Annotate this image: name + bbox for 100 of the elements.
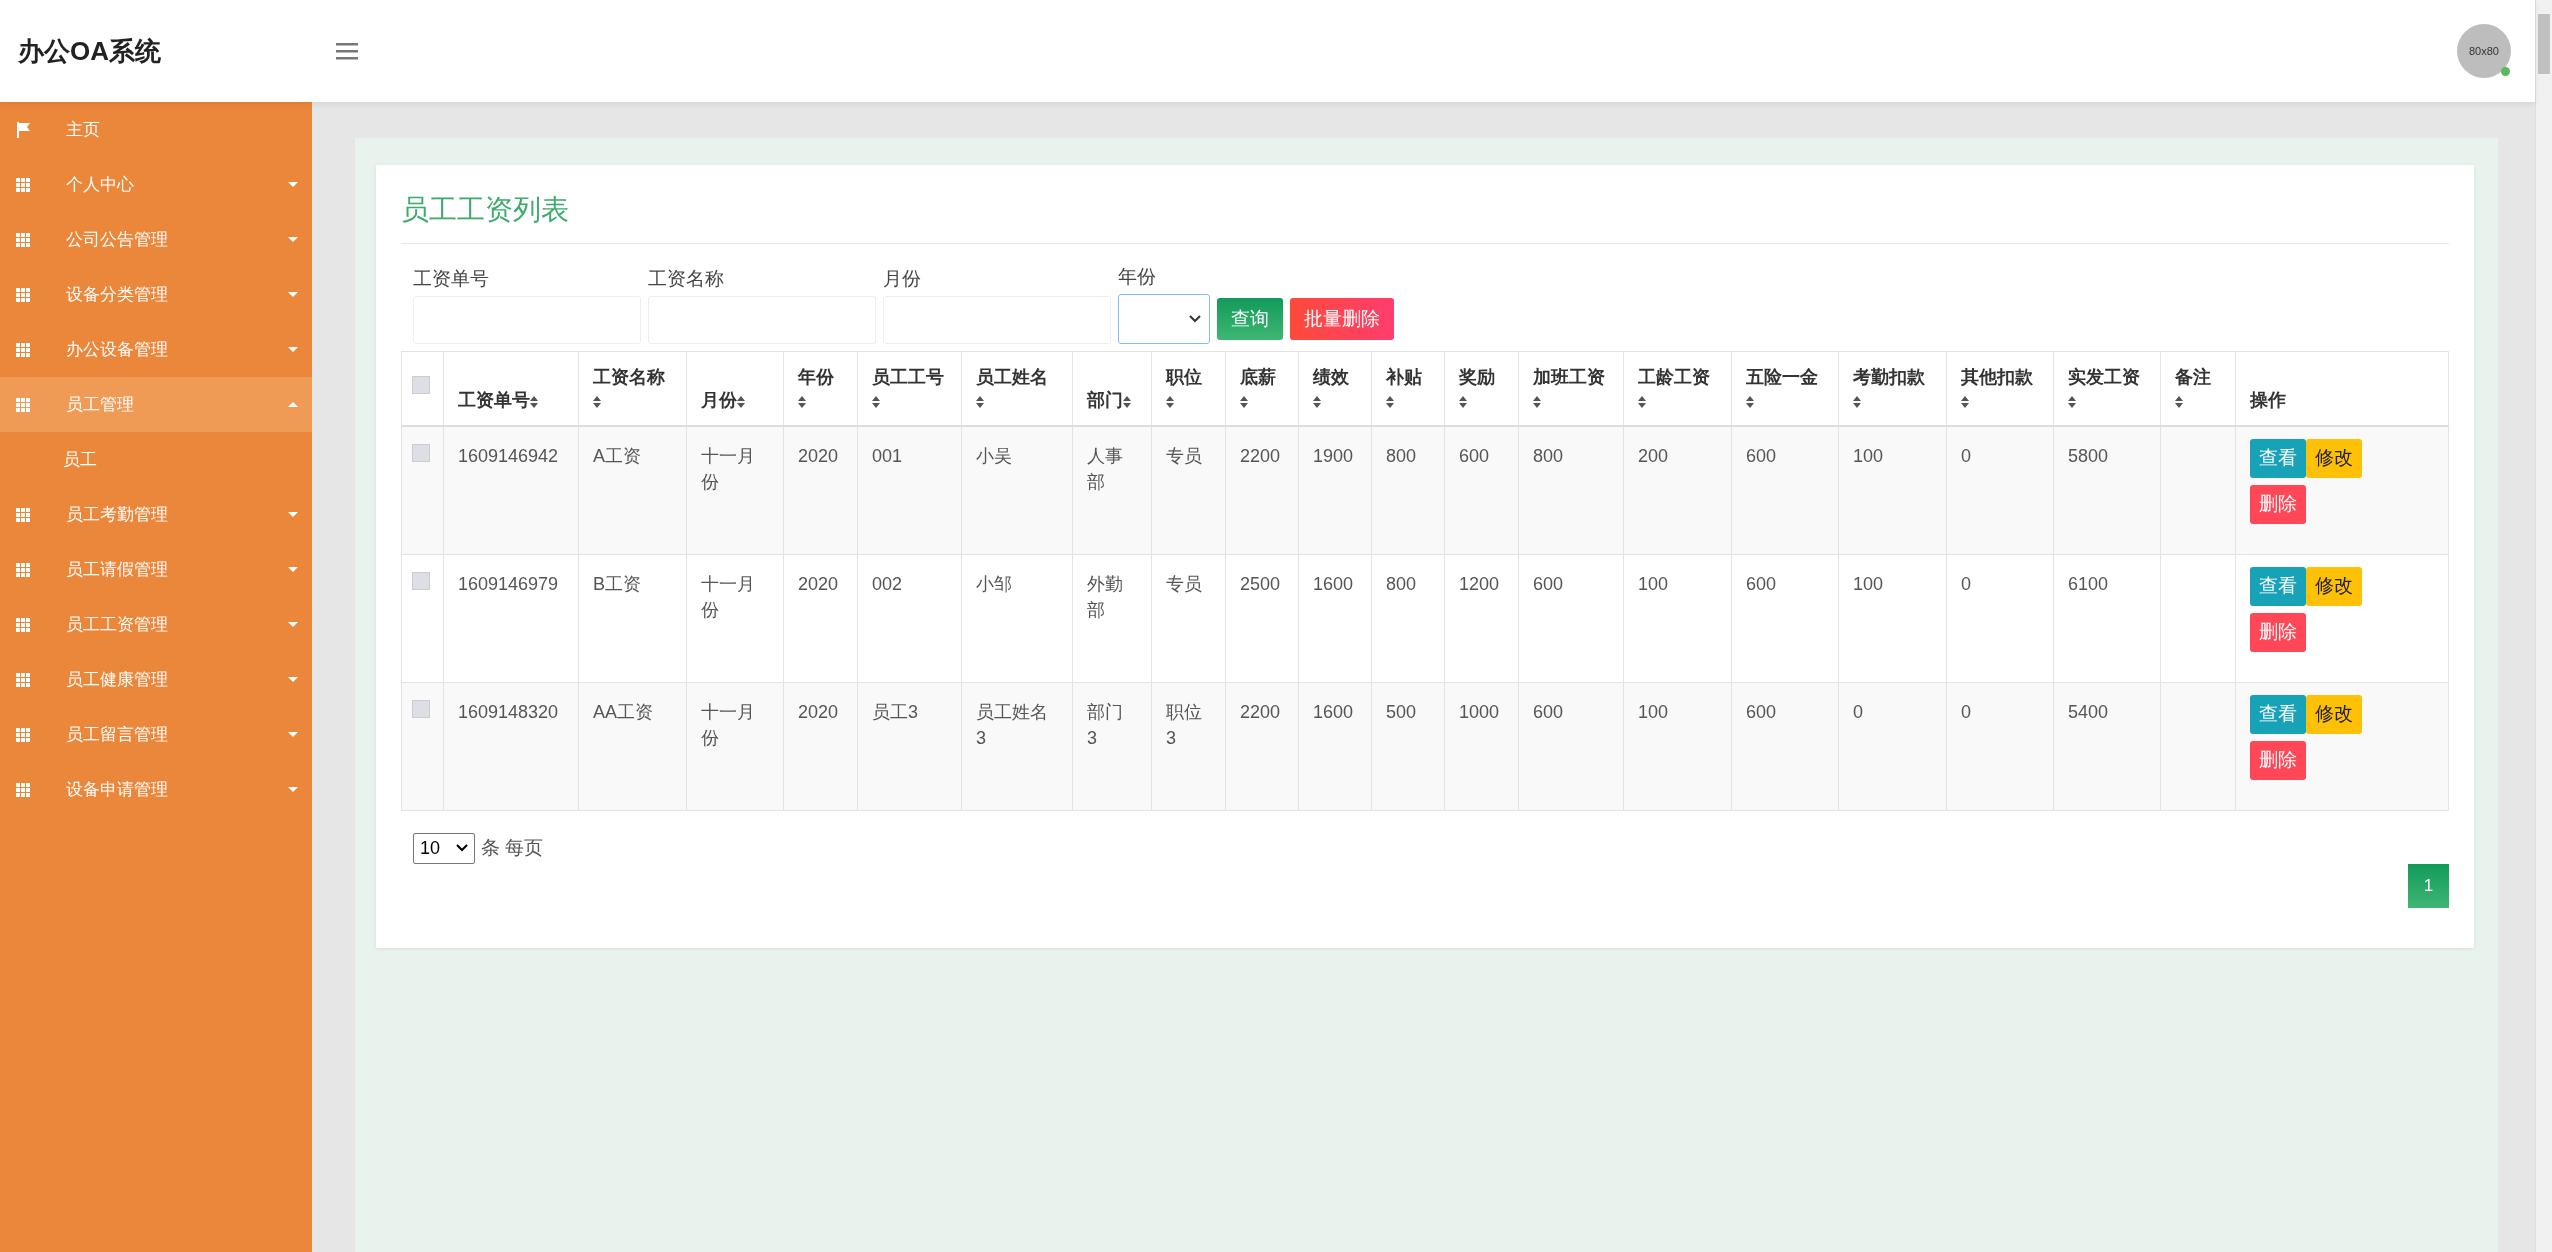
sidebar-item[interactable]: 办公设备管理 bbox=[0, 322, 312, 377]
table-cell: 100 bbox=[1853, 445, 1884, 466]
column-header: 其他扣款 bbox=[1961, 367, 2033, 387]
table-cell: 2020 bbox=[798, 701, 839, 722]
table-cell: 1609146979 bbox=[458, 573, 559, 594]
table-cell: 1000 bbox=[1459, 701, 1500, 722]
table-cell: 0 bbox=[1961, 573, 1971, 594]
grid-icon bbox=[16, 287, 30, 302]
edit-button[interactable]: 修改 bbox=[2306, 566, 2362, 606]
sidebar-item[interactable]: 员工请假管理 bbox=[0, 542, 312, 597]
sort-icon[interactable] bbox=[1533, 395, 1541, 408]
sidebar-item[interactable]: 员工考勤管理 bbox=[0, 487, 312, 542]
caret-icon bbox=[288, 402, 298, 407]
sort-icon[interactable] bbox=[1166, 395, 1174, 408]
batch-delete-button[interactable]: 批量删除 bbox=[1290, 298, 1394, 340]
page-button[interactable]: 1 bbox=[2408, 863, 2449, 908]
column-header: 五险一金 bbox=[1746, 367, 1818, 387]
search-button[interactable]: 查询 bbox=[1217, 298, 1283, 340]
caret-icon bbox=[288, 622, 298, 627]
sort-icon[interactable] bbox=[1638, 395, 1646, 408]
avatar[interactable]: 80x80 bbox=[2457, 24, 2511, 78]
sort-icon[interactable] bbox=[530, 395, 538, 408]
field-label: 工资名称 bbox=[648, 267, 725, 291]
page-size-select[interactable]: 10 bbox=[413, 832, 475, 864]
sidebar-item[interactable]: 个人中心 bbox=[0, 157, 312, 212]
sort-icon[interactable] bbox=[976, 395, 984, 408]
scrollbar[interactable] bbox=[2535, 0, 2552, 1252]
grid-icon bbox=[16, 672, 30, 687]
table-cell: 2200 bbox=[1240, 701, 1281, 722]
caret-icon bbox=[288, 237, 298, 242]
table-cell: 0 bbox=[1853, 701, 1863, 722]
table-cell: 600 bbox=[1746, 445, 1777, 466]
table-cell: A工资 bbox=[593, 445, 641, 466]
table-cell: 800 bbox=[1533, 445, 1564, 466]
table-cell: 1609148320 bbox=[458, 701, 559, 722]
chevron-icon bbox=[456, 844, 468, 853]
checkbox[interactable] bbox=[412, 571, 430, 590]
sort-icon[interactable] bbox=[1459, 395, 1467, 408]
grid-icon bbox=[16, 397, 30, 412]
checkbox[interactable] bbox=[412, 376, 430, 395]
select-field[interactable] bbox=[1118, 294, 1210, 344]
grid-icon bbox=[16, 232, 30, 247]
column-header: 员工工号 bbox=[872, 367, 944, 387]
table-cell: 001 bbox=[872, 445, 903, 466]
sort-icon[interactable] bbox=[1386, 395, 1394, 408]
table-cell: 600 bbox=[1533, 701, 1564, 722]
view-button[interactable]: 查看 bbox=[2250, 694, 2306, 734]
table-cell: 1600 bbox=[1313, 573, 1354, 594]
grid-icon bbox=[16, 617, 30, 632]
table-cell: 2020 bbox=[798, 445, 839, 466]
edit-button[interactable]: 修改 bbox=[2306, 694, 2362, 734]
edit-button[interactable]: 修改 bbox=[2306, 438, 2362, 478]
column-header: 备注 bbox=[2175, 367, 2211, 387]
flag-icon bbox=[16, 121, 30, 138]
sidebar-item[interactable]: 员工健康管理 bbox=[0, 652, 312, 707]
column-header: 年份 bbox=[798, 367, 834, 387]
table-cell: 0 bbox=[1961, 445, 1971, 466]
table-cell: 专员 bbox=[1166, 573, 1202, 594]
sort-icon[interactable] bbox=[1746, 395, 1754, 408]
table-cell: 专员 bbox=[1166, 445, 1202, 466]
column-header: 工龄工资 bbox=[1638, 367, 1710, 387]
delete-button[interactable]: 删除 bbox=[2250, 740, 2306, 780]
sort-icon[interactable] bbox=[872, 395, 880, 408]
view-button[interactable]: 查看 bbox=[2250, 566, 2306, 606]
table-cell: 十一月份 bbox=[701, 445, 755, 492]
delete-button[interactable]: 删除 bbox=[2250, 484, 2306, 524]
grid-icon bbox=[16, 562, 30, 577]
table-cell: 外勤部 bbox=[1087, 573, 1123, 620]
table-cell: 500 bbox=[1386, 701, 1417, 722]
grid-icon bbox=[16, 342, 30, 357]
grid-icon bbox=[16, 507, 30, 522]
sidebar-item[interactable]: 设备申请管理 bbox=[0, 762, 312, 817]
delete-button[interactable]: 删除 bbox=[2250, 612, 2306, 652]
sort-icon[interactable] bbox=[593, 395, 601, 408]
sidebar-item[interactable]: 公司公告管理 bbox=[0, 212, 312, 267]
sidebar-item[interactable]: 员工留言管理 bbox=[0, 707, 312, 762]
table-cell: 0 bbox=[1961, 701, 1971, 722]
sort-icon[interactable] bbox=[1313, 395, 1321, 408]
sort-icon[interactable] bbox=[737, 395, 745, 408]
sort-icon[interactable] bbox=[2068, 395, 2076, 408]
caret-icon bbox=[288, 567, 298, 572]
sort-icon[interactable] bbox=[1853, 395, 1861, 408]
caret-icon bbox=[288, 292, 298, 297]
checkbox[interactable] bbox=[412, 699, 430, 718]
sort-icon[interactable] bbox=[2175, 395, 2183, 408]
sidebar-item[interactable]: 员工工资管理 bbox=[0, 597, 312, 652]
app-title: 办公OA系统 bbox=[18, 34, 162, 68]
caret-icon bbox=[288, 677, 298, 682]
sort-icon[interactable] bbox=[1961, 395, 1969, 408]
table-cell: 小邹 bbox=[976, 573, 1012, 594]
checkbox[interactable] bbox=[412, 443, 430, 462]
sort-icon[interactable] bbox=[1123, 395, 1131, 408]
sort-icon[interactable] bbox=[1240, 395, 1248, 408]
view-button[interactable]: 查看 bbox=[2250, 438, 2306, 478]
sort-icon[interactable] bbox=[798, 395, 806, 408]
sidebar-item[interactable]: 设备分类管理 bbox=[0, 267, 312, 322]
sidebar-subitem[interactable]: 员工 bbox=[0, 432, 312, 487]
menu-icon[interactable] bbox=[336, 42, 358, 60]
sidebar-item[interactable]: 主页 bbox=[0, 102, 312, 157]
sidebar-item[interactable]: 员工管理 bbox=[0, 377, 312, 432]
